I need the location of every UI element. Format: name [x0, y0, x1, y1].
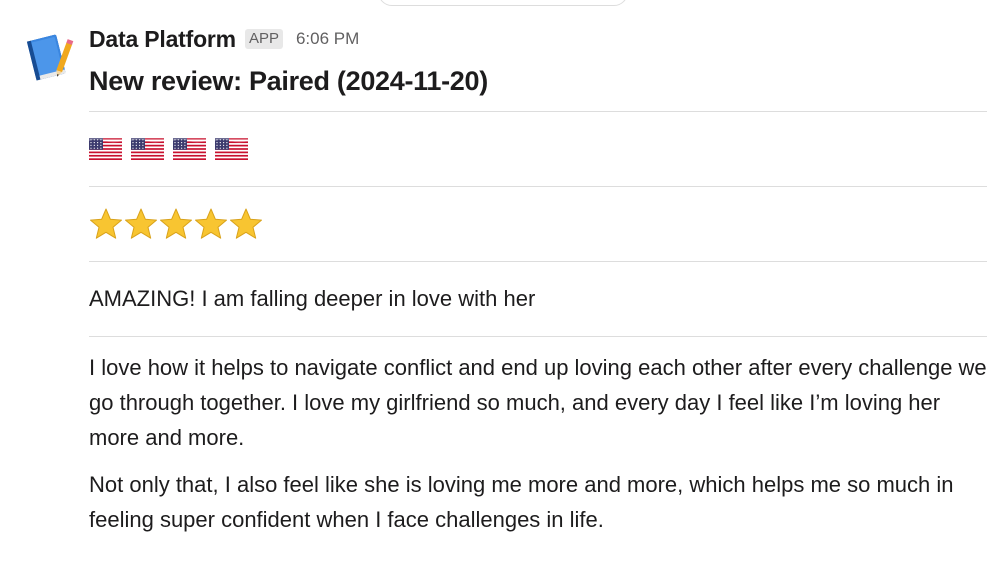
message-content: Data Platform APP 6:06 PM New review: Pa…: [89, 22, 987, 549]
divider: [89, 336, 987, 337]
sender-name[interactable]: Data Platform: [89, 26, 236, 53]
review-paragraph: Not only that, I also feel like she is l…: [89, 472, 954, 532]
star-icon: [90, 208, 122, 239]
us-flag-icon: [173, 138, 206, 160]
review-headline: AMAZING! I am falling deeper in love wit…: [89, 286, 536, 311]
app-badge: APP: [244, 29, 283, 49]
blue-book-icon[interactable]: [20, 28, 76, 84]
us-flag-icon: [131, 138, 164, 160]
country-flags: [89, 112, 987, 186]
star-icon: [195, 208, 227, 239]
review-body: I love how it helps to navigate conflict…: [89, 350, 987, 537]
star-icon: [125, 208, 157, 239]
us-flag-icon: [215, 138, 248, 160]
message: Data Platform APP 6:06 PM New review: Pa…: [0, 0, 1002, 564]
message-timestamp[interactable]: 6:06 PM: [296, 29, 359, 49]
review-paragraph: I love how it helps to navigate conflict…: [89, 355, 987, 450]
star-rating: [89, 187, 987, 261]
us-flag-icon: [89, 138, 122, 160]
star-icon: [230, 208, 262, 239]
star-icon: [160, 208, 192, 239]
message-header: Data Platform APP 6:06 PM: [89, 22, 987, 56]
review-title: New review: Paired (2024-11-20): [89, 66, 488, 96]
